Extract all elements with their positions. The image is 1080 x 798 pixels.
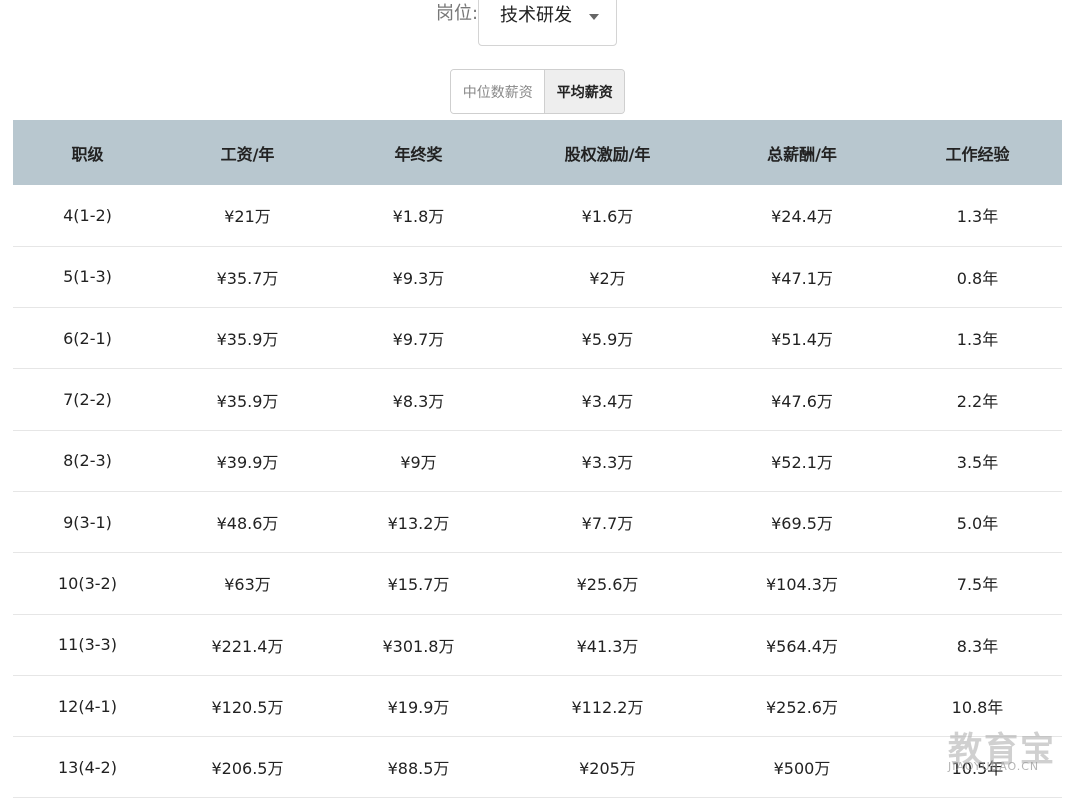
table-row: 9(3-1) ¥48.6万 ¥13.2万 ¥7.7万 ¥69.5万 5.0年 — [13, 491, 1062, 554]
watermark-url: JIAOYUBAO.CN — [948, 760, 1040, 773]
cell-equity: ¥7.7万 — [504, 491, 711, 554]
cell-salary: ¥206.5万 — [162, 736, 333, 798]
cell-salary: ¥39.9万 — [162, 430, 333, 492]
table-row: 4(1-2) ¥21万 ¥1.8万 ¥1.6万 ¥24.4万 1.3年 — [13, 185, 1062, 247]
salary-table: 职级 工资/年 年终奖 股权激励/年 总薪酬/年 工作经验 4(1-2) ¥21万 ¥1.8万… — [13, 120, 1062, 798]
cell-experience: 8.3年 — [893, 614, 1062, 676]
cell-experience: 7.5年 — [893, 552, 1062, 615]
cell-equity: ¥112.2万 — [504, 675, 711, 738]
cell-salary: ¥63万 — [162, 552, 333, 615]
table-row: 6(2-1) ¥35.9万 ¥9.7万 ¥5.9万 ¥51.4万 1.3年 — [13, 307, 1062, 370]
cell-experience: 3.5年 — [893, 430, 1062, 492]
cell-equity: ¥2万 — [504, 246, 711, 309]
cell-bonus: ¥8.3万 — [333, 368, 504, 431]
cell-salary: ¥35.9万 — [162, 368, 333, 431]
cell-equity: ¥25.6万 — [504, 552, 711, 615]
cell-bonus: ¥15.7万 — [333, 552, 504, 615]
header-level: 职级 — [13, 120, 162, 185]
table-row: 8(2-3) ¥39.9万 ¥9万 ¥3.3万 ¥52.1万 3.5年 — [13, 430, 1062, 492]
cell-level: 9(3-1) — [13, 491, 162, 554]
cell-level: 5(1-3) — [13, 246, 162, 309]
cell-bonus: ¥9.3万 — [333, 246, 504, 309]
cell-equity: ¥41.3万 — [504, 614, 711, 676]
cell-total: ¥252.6万 — [711, 675, 893, 738]
cell-salary: ¥48.6万 — [162, 491, 333, 554]
header-experience: 工作经验 — [893, 120, 1062, 185]
cell-level: 6(2-1) — [13, 307, 162, 370]
cell-salary: ¥221.4万 — [162, 614, 333, 676]
cell-bonus: ¥9万 — [333, 430, 504, 492]
cell-total: ¥500万 — [711, 736, 893, 798]
cell-experience: 1.3年 — [893, 185, 1062, 247]
cell-bonus: ¥301.8万 — [333, 614, 504, 676]
median-salary-button[interactable]: 中位数薪资 — [451, 70, 546, 113]
cell-bonus: ¥9.7万 — [333, 307, 504, 370]
cell-equity: ¥3.3万 — [504, 430, 711, 492]
cell-bonus: ¥1.8万 — [333, 185, 504, 247]
table-header-row: 职级 工资/年 年终奖 股权激励/年 总薪酬/年 工作经验 — [13, 120, 1062, 185]
average-salary-button[interactable]: 平均薪资 — [545, 70, 624, 113]
cell-level: 4(1-2) — [13, 185, 162, 247]
cell-bonus: ¥13.2万 — [333, 491, 504, 554]
table-row: 10(3-2) ¥63万 ¥15.7万 ¥25.6万 ¥104.3万 7.5年 — [13, 552, 1062, 615]
chevron-down-icon — [589, 14, 599, 20]
position-select-value: 技术研发 — [500, 5, 572, 26]
cell-salary: ¥35.7万 — [162, 246, 333, 309]
table-row: 5(1-3) ¥35.7万 ¥9.3万 ¥2万 ¥47.1万 0.8年 — [13, 246, 1062, 309]
position-select[interactable]: 技术研发 — [478, 0, 617, 46]
cell-equity: ¥3.4万 — [504, 368, 711, 431]
cell-experience: 5.0年 — [893, 491, 1062, 554]
watermark-logo: 教育宝 JIAOYUBAO.CN — [944, 722, 1064, 778]
table-row: 7(2-2) ¥35.9万 ¥8.3万 ¥3.4万 ¥47.6万 2.2年 — [13, 368, 1062, 431]
table-row: 13(4-2) ¥206.5万 ¥88.5万 ¥205万 ¥500万 10.5年 — [13, 736, 1062, 798]
cell-equity: ¥1.6万 — [504, 185, 711, 247]
cell-total: ¥69.5万 — [711, 491, 893, 554]
table-row: 11(3-3) ¥221.4万 ¥301.8万 ¥41.3万 ¥564.4万 8.3年 — [13, 614, 1062, 676]
position-filter-label: 岗位: — [436, 3, 479, 24]
position-filter: 岗位: 技术研发 — [0, 0, 1080, 48]
header-salary: 工资/年 — [162, 120, 333, 185]
cell-salary: ¥35.9万 — [162, 307, 333, 370]
cell-equity: ¥5.9万 — [504, 307, 711, 370]
cell-total: ¥51.4万 — [711, 307, 893, 370]
salary-type-toggle: 中位数薪资 平均薪资 — [450, 69, 625, 114]
cell-total: ¥24.4万 — [711, 185, 893, 247]
cell-salary: ¥21万 — [162, 185, 333, 247]
cell-level: 11(3-3) — [13, 614, 162, 676]
table-body: 4(1-2) ¥21万 ¥1.8万 ¥1.6万 ¥24.4万 1.3年 5(1-3) ¥35.… — [13, 185, 1062, 798]
cell-level: 10(3-2) — [13, 552, 162, 615]
cell-level: 7(2-2) — [13, 368, 162, 431]
cell-total: ¥47.1万 — [711, 246, 893, 309]
cell-experience: 0.8年 — [893, 246, 1062, 309]
cell-equity: ¥205万 — [504, 736, 711, 798]
cell-salary: ¥120.5万 — [162, 675, 333, 738]
header-equity: 股权激励/年 — [504, 120, 711, 185]
cell-experience: 2.2年 — [893, 368, 1062, 431]
cell-experience: 1.3年 — [893, 307, 1062, 370]
cell-level: 8(2-3) — [13, 430, 162, 492]
cell-total: ¥564.4万 — [711, 614, 893, 676]
cell-level: 12(4-1) — [13, 675, 162, 738]
cell-total: ¥104.3万 — [711, 552, 893, 615]
cell-bonus: ¥88.5万 — [333, 736, 504, 798]
cell-total: ¥47.6万 — [711, 368, 893, 431]
header-total: 总薪酬/年 — [711, 120, 893, 185]
table-row: 12(4-1) ¥120.5万 ¥19.9万 ¥112.2万 ¥252.6万 10.8年 — [13, 675, 1062, 738]
cell-total: ¥52.1万 — [711, 430, 893, 492]
cell-bonus: ¥19.9万 — [333, 675, 504, 738]
cell-level: 13(4-2) — [13, 736, 162, 798]
header-bonus: 年终奖 — [333, 120, 504, 185]
